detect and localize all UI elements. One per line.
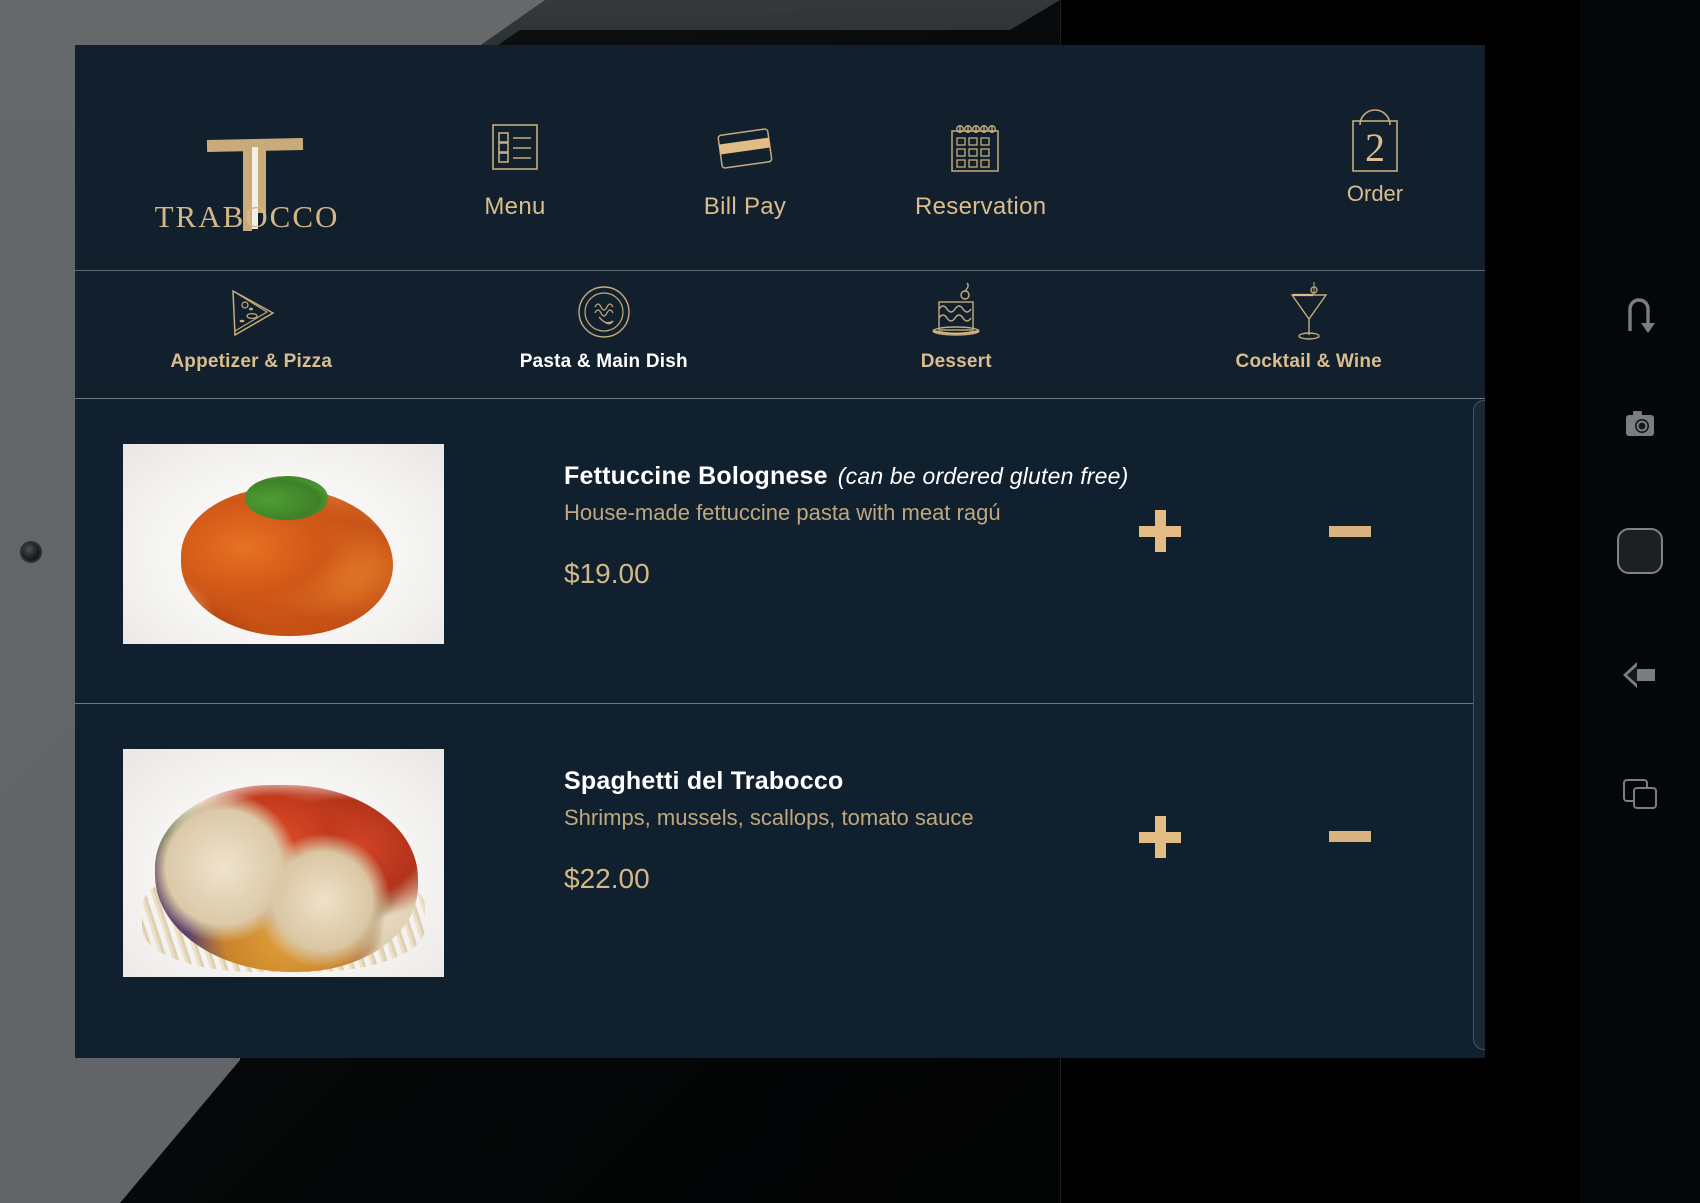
checklist-icon: [455, 119, 575, 179]
calendar-icon: [915, 119, 1035, 179]
tab-cocktail-wine[interactable]: Cocktail & Wine: [1133, 271, 1486, 398]
nav-item-bill-pay-label: Bill Pay: [703, 193, 787, 220]
martini-glass-icon: [1133, 281, 1486, 343]
scrollbar-thumb[interactable]: [1473, 400, 1485, 1050]
nav-item-menu[interactable]: Menu: [455, 119, 575, 221]
nav-item-reservation-label: Reservation: [915, 193, 1047, 220]
tab-pasta-main-dish-label: Pasta & Main Dish: [519, 351, 688, 372]
pasta-bowl-icon: [428, 281, 781, 343]
brand-name: TRABOCCO: [154, 199, 340, 234]
order-count: 2: [1365, 125, 1385, 170]
shopping-bag-icon: 2: [1315, 95, 1435, 179]
app-header: TRABOCCO Menu Bill Pay Reservation 2 Ord…: [75, 45, 1485, 271]
recent-apps-icon: [1623, 779, 1657, 809]
fettuccine-bolognese-photo: [123, 444, 444, 644]
menu-item-name: Fettuccine Bolognese: [564, 462, 828, 490]
tab-dessert-label: Dessert: [920, 351, 992, 372]
plus-icon: [1139, 510, 1181, 552]
app-screen: TRABOCCO Menu Bill Pay Reservation 2 Ord…: [75, 45, 1485, 1058]
remove-item-button[interactable]: [1320, 807, 1380, 867]
back-button[interactable]: [1621, 658, 1659, 697]
add-item-button[interactable]: [1130, 501, 1190, 561]
minus-icon: [1329, 831, 1371, 842]
tablet-screenshot: TRABOCCO Menu Bill Pay Reservation 2 Ord…: [0, 0, 1700, 1203]
spaghetti-del-trabocco-photo: [123, 749, 444, 977]
nav-item-menu-label: Menu: [484, 193, 546, 220]
front-camera-icon: [22, 543, 40, 561]
menu-item-list: Fettuccine Bolognese (can be ordered glut…: [75, 399, 1485, 1058]
device-navigation-bar: [1580, 0, 1700, 1203]
pizza-slice-icon: [75, 281, 428, 343]
nav-item-bill-pay[interactable]: Bill Pay: [685, 119, 805, 221]
tab-appetizer-pizza-label: Appetizer & Pizza: [170, 351, 333, 372]
trabocco-t-mark-icon: [127, 89, 367, 231]
category-tabs: Appetizer & Pizza Pasta & Main Dish Dess…: [75, 271, 1485, 399]
tab-pasta-main-dish[interactable]: Pasta & Main Dish: [428, 271, 781, 398]
quantity-stepper: [1065, 399, 1485, 703]
menu-item-name: Spaghetti del Trabocco: [564, 767, 844, 795]
brand-logo[interactable]: TRABOCCO: [127, 89, 367, 239]
quantity-stepper: [1065, 704, 1485, 1009]
screenshot-camera-icon: [1626, 411, 1654, 436]
home-icon: [1617, 528, 1663, 574]
cake-icon: [780, 281, 1133, 343]
order-label: Order: [1346, 181, 1404, 206]
tab-cocktail-wine-label: Cocktail & Wine: [1235, 351, 1382, 372]
nav-item-reservation[interactable]: Reservation: [915, 119, 1047, 221]
add-item-button[interactable]: [1130, 807, 1190, 867]
top-navigation: Menu Bill Pay Reservation: [455, 119, 1047, 221]
recent-apps-button[interactable]: [1621, 776, 1659, 817]
minus-icon: [1329, 525, 1371, 537]
home-button[interactable]: [1617, 528, 1663, 574]
back-icon: [1623, 662, 1655, 688]
plus-icon: [1139, 815, 1181, 858]
remove-item-button[interactable]: [1320, 501, 1380, 561]
tab-appetizer-pizza[interactable]: Appetizer & Pizza: [75, 271, 428, 398]
screenshot-button[interactable]: [1622, 408, 1658, 445]
order-button[interactable]: 2 Order: [1315, 95, 1435, 207]
menu-item-row[interactable]: Spaghetti del Trabocco Shrimps, mussels,…: [75, 704, 1485, 1009]
rotate-icon: [1628, 298, 1655, 333]
credit-card-icon: [685, 119, 805, 179]
menu-item-row[interactable]: Fettuccine Bolognese (can be ordered glut…: [75, 399, 1485, 704]
rotate-button[interactable]: [1624, 295, 1656, 342]
tab-dessert[interactable]: Dessert: [780, 271, 1133, 398]
